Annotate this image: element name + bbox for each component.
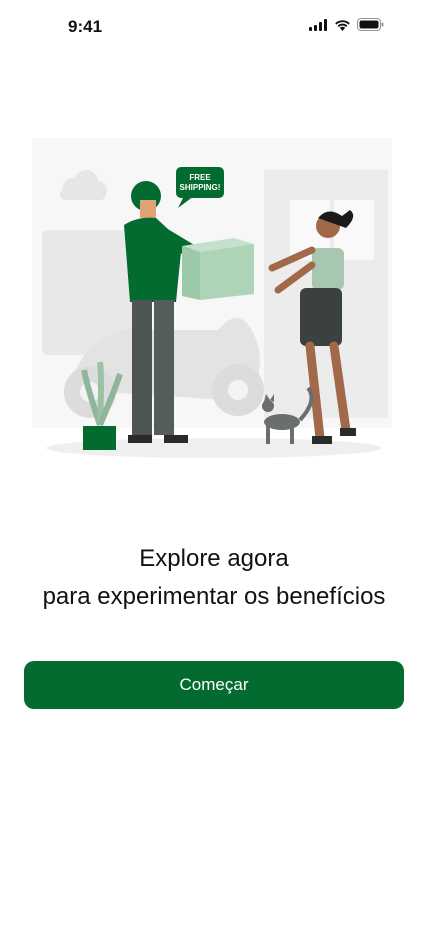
headline-line1: Explore agora (139, 545, 289, 572)
start-button[interactable]: Começar (24, 661, 404, 709)
wifi-icon (335, 19, 350, 31)
status-icons (309, 18, 384, 31)
delivery-illustration: FREE SHIPPING! (32, 138, 392, 458)
package-box (182, 238, 254, 300)
status-time: 9:41 (68, 17, 103, 36)
status-bar: 9:41 (0, 0, 428, 54)
speech-bubble-line1: FREE (189, 173, 211, 182)
speech-bubble-line2: SHIPPING! (180, 183, 221, 192)
battery-icon (357, 18, 384, 31)
signal-icon (309, 18, 327, 31)
onboarding-headline: Explore agora para experimentar os benef… (0, 540, 428, 616)
headline-line2: para experimentar os benefícios (42, 583, 386, 610)
